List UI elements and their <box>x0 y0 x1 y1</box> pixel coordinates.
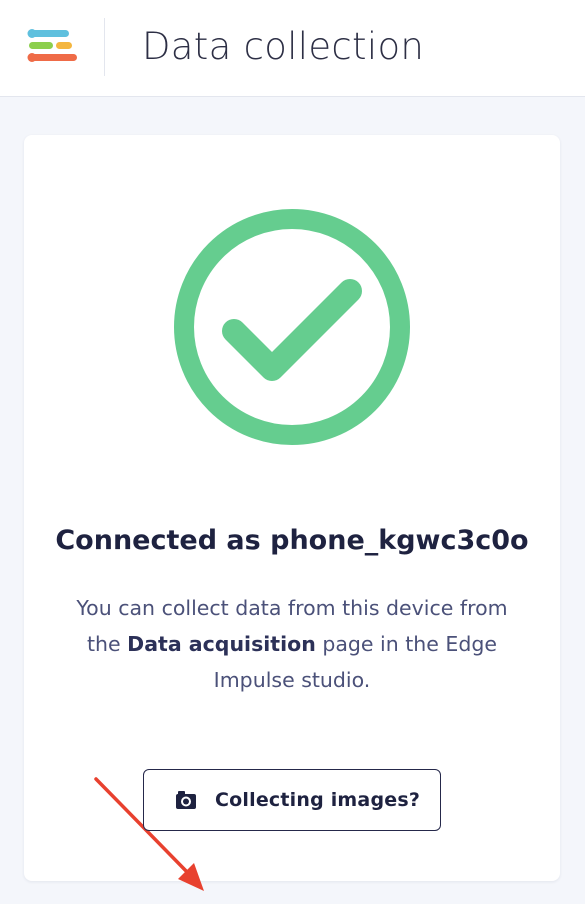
page-title: Data collection <box>142 25 425 68</box>
edge-impulse-logo-icon[interactable] <box>26 28 78 64</box>
app-header: Data collection <box>0 0 585 97</box>
data-acquisition-label: Data acquisition <box>127 632 316 656</box>
collecting-images-label: Collecting images? <box>215 789 421 811</box>
check-circle-icon <box>174 209 410 445</box>
header-divider <box>104 18 105 76</box>
connection-status-title: Connected as phone_kgwc3c0o <box>55 525 529 556</box>
collecting-images-button[interactable]: Collecting images? <box>143 769 441 831</box>
camera-icon <box>176 791 196 809</box>
connection-status-description: You can collect data from this device fr… <box>62 590 522 698</box>
